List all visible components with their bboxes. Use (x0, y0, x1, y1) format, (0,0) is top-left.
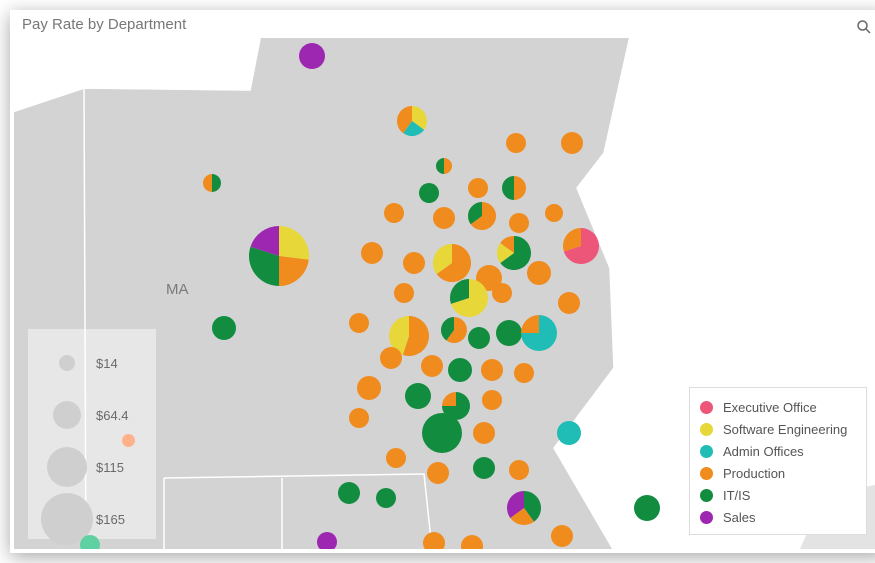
bubble[interactable] (634, 495, 660, 521)
bubble[interactable] (492, 283, 512, 303)
bubble[interactable] (509, 213, 529, 233)
bubble[interactable] (299, 43, 325, 69)
bubble[interactable] (419, 183, 439, 203)
legend-swatch (700, 401, 713, 414)
chart-card: Pay Rate by Department MA $14$64. (10, 10, 875, 553)
bubble[interactable] (509, 460, 529, 480)
color-legend-item[interactable]: Software Engineering (700, 418, 856, 440)
color-legend-item[interactable]: Executive Office (700, 396, 856, 418)
bubble[interactable] (507, 491, 541, 525)
size-legend-label: $115 (96, 460, 124, 475)
bubble[interactable] (561, 132, 583, 154)
color-legend-item[interactable]: Admin Offices (700, 440, 856, 462)
bubble[interactable] (468, 178, 488, 198)
bubble[interactable] (473, 422, 495, 444)
size-legend-label: $14 (96, 356, 118, 371)
bubble[interactable] (468, 202, 496, 230)
bubble[interactable] (384, 203, 404, 223)
size-legend: $14 $64.4 $115 $165 (28, 329, 156, 539)
size-legend-circle (47, 447, 87, 487)
color-legend-item[interactable]: Sales (700, 506, 856, 528)
size-legend-label: $165 (96, 512, 125, 527)
state-label: MA (166, 281, 189, 298)
legend-swatch (700, 489, 713, 502)
bubble[interactable] (473, 457, 495, 479)
bubble[interactable] (514, 363, 534, 383)
bubble[interactable] (386, 448, 406, 468)
color-legend[interactable]: Executive Office Software Engineering Admi… (689, 387, 867, 535)
bubble[interactable] (361, 242, 383, 264)
bubble[interactable] (558, 292, 580, 314)
bubble[interactable] (441, 317, 467, 343)
bubble[interactable] (433, 207, 455, 229)
legend-label: Admin Offices (723, 444, 804, 459)
bubble[interactable] (468, 327, 490, 349)
legend-swatch (700, 511, 713, 524)
bubble[interactable] (394, 283, 414, 303)
bubble[interactable] (349, 408, 369, 428)
bubble[interactable] (448, 358, 472, 382)
legend-label: Executive Office (723, 400, 817, 415)
legend-label: IT/IS (723, 488, 750, 503)
size-legend-circle (59, 355, 75, 371)
map-area[interactable]: MA $14 $64.4 $115 $165 Executive Office Soft… (14, 38, 875, 549)
bubble[interactable] (545, 204, 563, 222)
size-legend-row: $115 (38, 441, 146, 493)
bubble[interactable] (557, 421, 581, 445)
legend-label: Production (723, 466, 785, 481)
bubble[interactable] (563, 228, 599, 264)
bubble[interactable] (497, 236, 531, 270)
bubble[interactable] (422, 413, 462, 453)
bubble[interactable] (357, 376, 381, 400)
bubble[interactable] (397, 106, 427, 136)
color-legend-item[interactable]: Production (700, 462, 856, 484)
legend-swatch (700, 445, 713, 458)
bubble[interactable] (405, 383, 431, 409)
bubble[interactable] (203, 174, 221, 192)
chart-title: Pay Rate by Department (22, 16, 186, 33)
bubble[interactable] (496, 320, 522, 346)
bubble[interactable] (249, 226, 309, 286)
stray-dot (80, 535, 100, 549)
size-legend-label: $64.4 (96, 408, 129, 423)
bubble[interactable] (502, 176, 526, 200)
legend-label: Software Engineering (723, 422, 847, 437)
search-icon[interactable] (855, 18, 873, 36)
bubble[interactable] (376, 488, 396, 508)
size-legend-circle (53, 401, 81, 429)
size-legend-row: $14 (38, 337, 146, 389)
bubble[interactable] (450, 279, 488, 317)
bubble[interactable] (433, 244, 471, 282)
bubble[interactable] (551, 525, 573, 547)
legend-label: Sales (723, 510, 756, 525)
legend-swatch (700, 423, 713, 436)
bubble[interactable] (403, 252, 425, 274)
bubble[interactable] (212, 316, 236, 340)
size-legend-sample-dot (122, 434, 135, 447)
legend-swatch (700, 467, 713, 480)
bubble[interactable] (427, 462, 449, 484)
color-legend-item[interactable]: IT/IS (700, 484, 856, 506)
bubble[interactable] (482, 390, 502, 410)
bubble[interactable] (481, 359, 503, 381)
bubble[interactable] (506, 133, 526, 153)
bubble[interactable] (380, 347, 402, 369)
bubble[interactable] (349, 313, 369, 333)
bubble[interactable] (338, 482, 360, 504)
bubble[interactable] (527, 261, 551, 285)
bubble[interactable] (436, 158, 452, 174)
bubble[interactable] (421, 355, 443, 377)
bubble[interactable] (521, 315, 557, 351)
